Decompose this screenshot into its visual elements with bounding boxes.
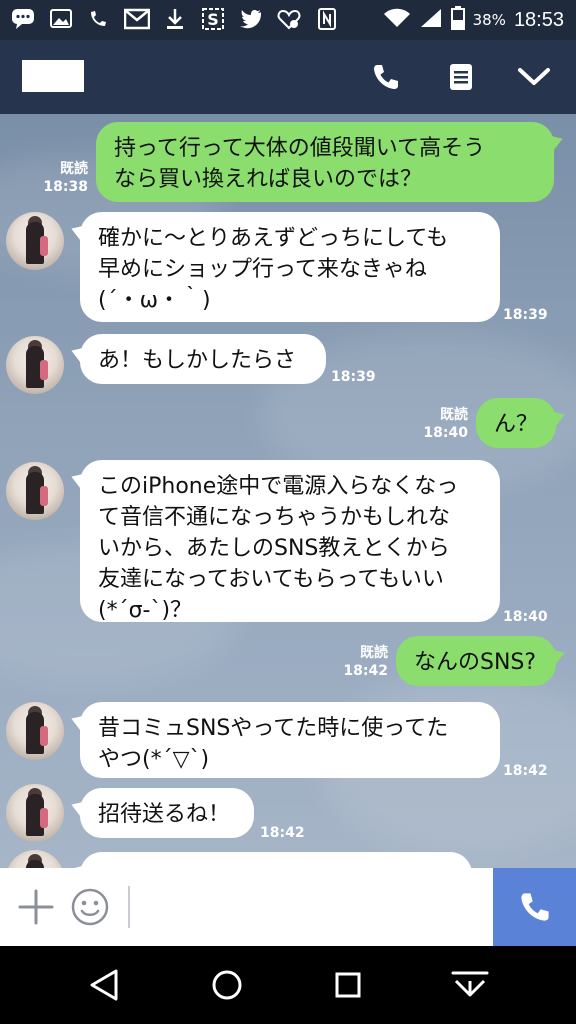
message-time: 18:42 bbox=[260, 825, 305, 841]
incoming-message-bubble[interactable]: 確かに〜とりあえずどっちにしても 早めにショップ行って来なきゃね (´・ω・｀) bbox=[80, 212, 500, 322]
signal-icon bbox=[419, 7, 443, 33]
message-input-bar bbox=[0, 868, 576, 946]
chat-area[interactable]: 既読 18:38 持って行って大体の値段聞いて高そう なら買い換えれば良いのでは… bbox=[0, 114, 576, 868]
heart-icon bbox=[276, 6, 302, 32]
battery-icon bbox=[450, 6, 465, 34]
message-input[interactable] bbox=[132, 878, 490, 936]
read-receipt: 既読 bbox=[60, 161, 88, 177]
battery-percent: 38% bbox=[472, 11, 506, 29]
phone-icon[interactable] bbox=[366, 57, 406, 97]
avatar[interactable] bbox=[6, 850, 64, 868]
clock: 18:53 bbox=[513, 8, 564, 31]
input-divider bbox=[128, 886, 130, 928]
emoji-icon[interactable] bbox=[70, 887, 110, 927]
read-receipt: 既読 bbox=[360, 645, 388, 661]
message-time: 18:39 bbox=[331, 369, 376, 385]
message-time: 18:40 bbox=[503, 609, 548, 625]
avatar[interactable] bbox=[6, 212, 64, 270]
avatar[interactable] bbox=[6, 336, 64, 394]
s-icon: S bbox=[200, 6, 226, 32]
message-meta: 既読 18:38 bbox=[30, 160, 88, 196]
outgoing-message-bubble[interactable]: 持って行って大体の値段聞いて高そう なら買い換えれば良いのでは？ bbox=[96, 122, 554, 202]
read-receipt: 既読 bbox=[440, 407, 468, 423]
svg-text:S: S bbox=[207, 10, 219, 29]
call-icon[interactable] bbox=[493, 868, 576, 946]
status-bar: S 38% 18:53 bbox=[0, 0, 576, 40]
incoming-message-bubble[interactable] bbox=[80, 852, 472, 868]
outgoing-message-bubble[interactable]: ん？ bbox=[476, 398, 556, 448]
incoming-message-bubble[interactable]: 昔コミュSNSやってた時に使ってた やつ(*´▽`) bbox=[80, 702, 500, 778]
voip-icon bbox=[86, 6, 112, 32]
incoming-message-bubble[interactable]: あ！もしかしたらさ bbox=[80, 334, 326, 384]
incoming-message-bubble[interactable]: 招待送るね！ bbox=[80, 788, 254, 838]
menu-icon[interactable] bbox=[441, 57, 481, 97]
chat-header bbox=[0, 40, 576, 114]
photo-icon bbox=[48, 6, 74, 32]
plus-icon[interactable] bbox=[16, 887, 56, 927]
outgoing-message-bubble[interactable]: なんのSNS? bbox=[396, 636, 556, 686]
message-meta: 既読 18:42 bbox=[330, 644, 388, 680]
contact-name[interactable] bbox=[22, 60, 84, 92]
message-time: 18:42 bbox=[343, 663, 388, 679]
home-icon[interactable] bbox=[207, 965, 247, 1005]
message-meta: 既読 18:40 bbox=[410, 406, 468, 442]
message-time: 18:42 bbox=[503, 763, 548, 779]
gmail-icon bbox=[124, 6, 150, 32]
avatar[interactable] bbox=[6, 702, 64, 760]
messages-icon bbox=[10, 6, 36, 32]
avatar[interactable] bbox=[6, 784, 64, 842]
nfc-icon bbox=[314, 6, 340, 32]
twitter-icon bbox=[238, 6, 264, 32]
notification-pulldown-icon[interactable] bbox=[450, 965, 490, 1005]
message-time: 18:40 bbox=[423, 425, 468, 441]
message-time: 18:38 bbox=[43, 179, 88, 195]
download-icon bbox=[162, 6, 188, 32]
recents-icon[interactable] bbox=[328, 965, 368, 1005]
back-icon[interactable] bbox=[84, 965, 124, 1005]
navigation-bar bbox=[0, 946, 576, 1024]
avatar[interactable] bbox=[6, 462, 64, 520]
message-time: 18:39 bbox=[503, 307, 548, 323]
incoming-message-bubble[interactable]: このiPhone途中で電源入らなくなっ て音信不通になっちゃうかもしれな いから… bbox=[80, 460, 500, 623]
wifi-icon bbox=[383, 7, 411, 33]
chevron-down-icon[interactable] bbox=[514, 57, 554, 97]
